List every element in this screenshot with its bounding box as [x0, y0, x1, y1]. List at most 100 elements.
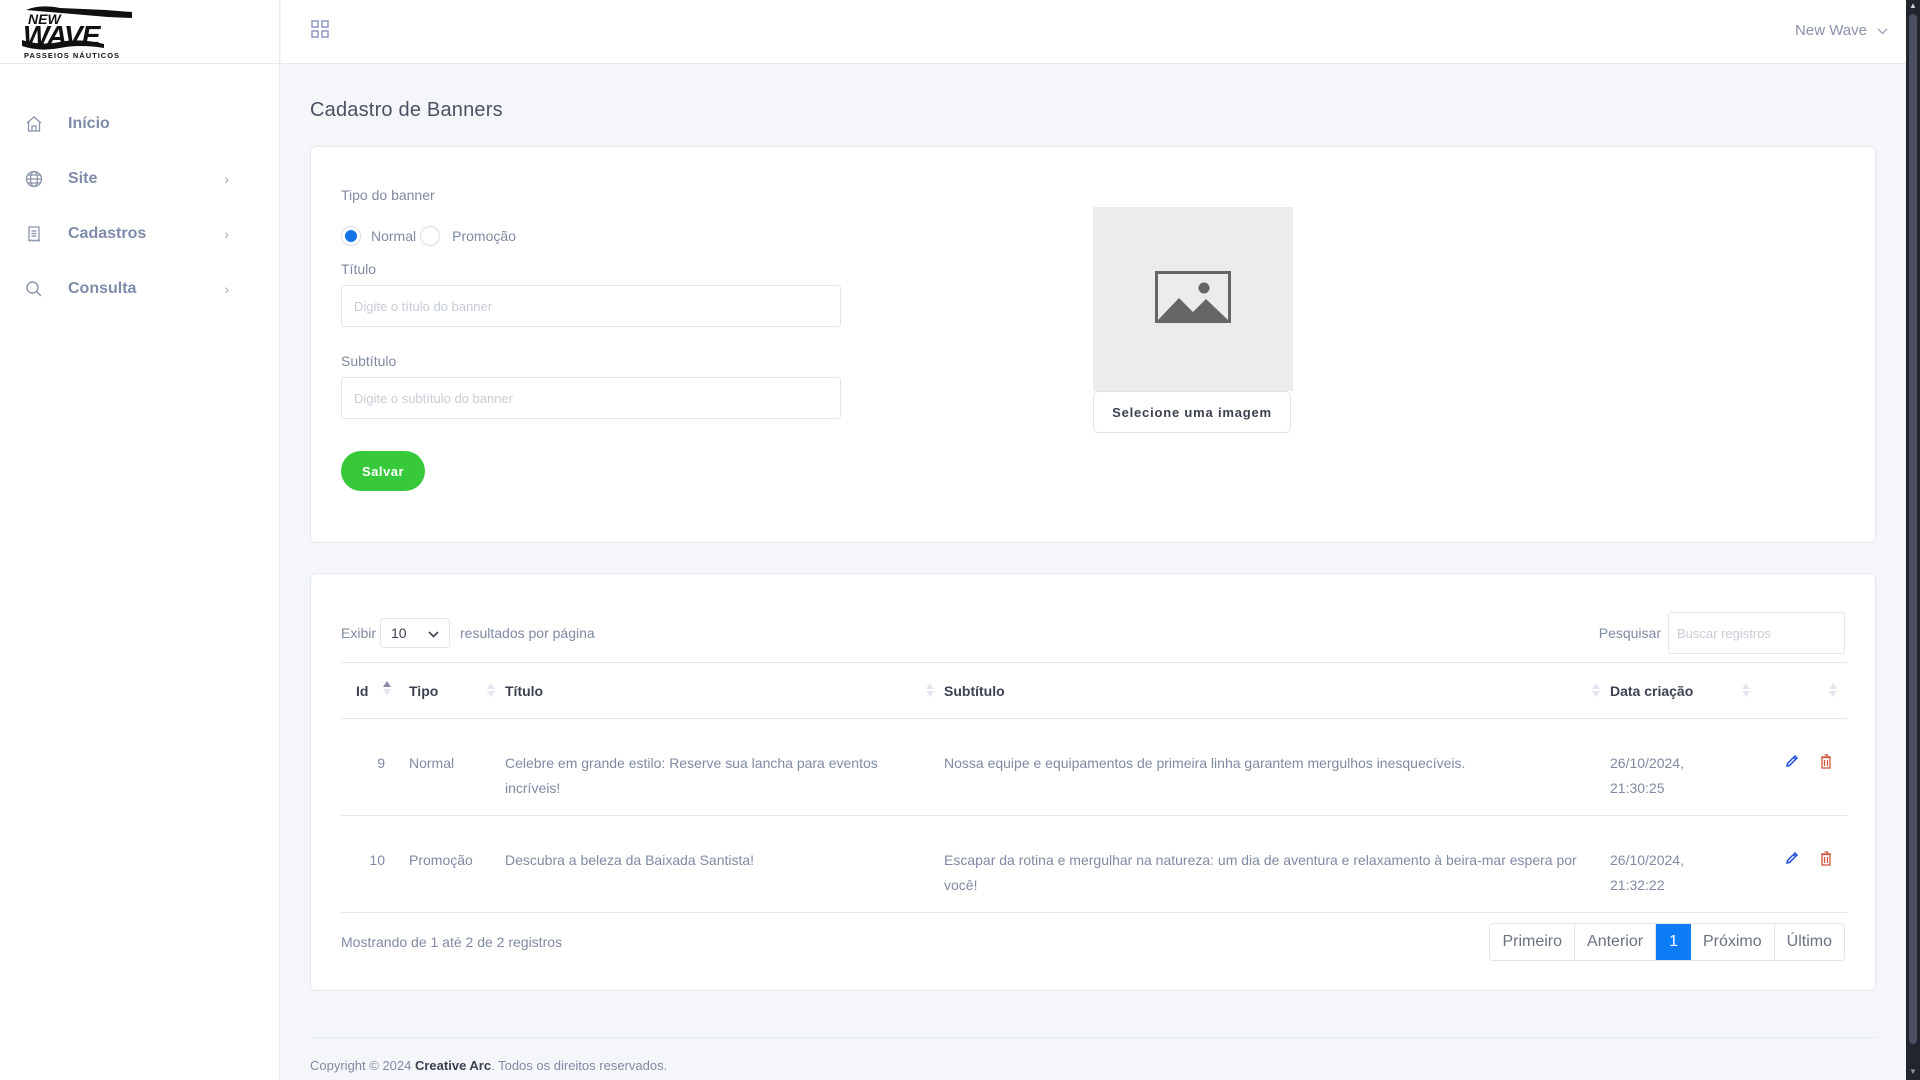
banner-form: Tipo do banner Normal Promoção Título Su…: [341, 187, 841, 491]
page-length-select[interactable]: 10: [380, 618, 451, 648]
page-footer: Copyright © 2024 Creative Arc. Todos os …: [310, 1037, 1876, 1073]
cell-subtitulo: Escapar da rotina e mergulhar na naturez…: [944, 815, 1610, 913]
page-current-button[interactable]: 1: [1656, 924, 1691, 960]
cell-titulo: Descubra a beleza da Baixada Santista!: [505, 815, 944, 913]
banner-type-radio-group: Normal Promoção: [341, 225, 841, 247]
page-scrollbar[interactable]: ▲ ▼: [1906, 0, 1920, 1080]
sort-icon: [1592, 683, 1600, 700]
scroll-down-icon[interactable]: ▼: [1909, 1068, 1917, 1076]
radio-promocao[interactable]: [420, 226, 441, 246]
sidebar-item-site[interactable]: Site ›: [0, 151, 279, 206]
column-header-actions[interactable]: [1760, 662, 1847, 719]
chevron-right-icon: ›: [224, 170, 229, 187]
sidebar-item-inicio[interactable]: Início: [0, 96, 279, 151]
grid-icon[interactable]: [311, 20, 329, 38]
table-header-row: Id Tipo Título Subtítulo Data criação: [341, 662, 1847, 719]
delete-icon[interactable]: [1819, 850, 1833, 866]
edit-icon[interactable]: [1785, 850, 1799, 866]
sort-asc-icon: [383, 681, 391, 698]
radio-normal-label[interactable]: Normal: [371, 228, 416, 244]
table-search: Pesquisar: [1599, 612, 1845, 654]
image-preview[interactable]: [1093, 207, 1293, 391]
sort-icon: [487, 683, 495, 700]
save-button[interactable]: Salvar: [341, 451, 425, 491]
table-row: 9 Normal Celebre em grande estilo: Reser…: [341, 718, 1847, 816]
page-first-button[interactable]: Primeiro: [1490, 924, 1576, 960]
length-label-before: Exibir: [341, 625, 377, 641]
title-input[interactable]: [341, 285, 841, 327]
subtitle-input[interactable]: [341, 377, 841, 419]
column-label: Título: [505, 682, 544, 699]
pagination: Primeiro Anterior 1 Próximo Último: [1489, 923, 1845, 961]
date-text: 26/10/2024,: [1610, 852, 1684, 868]
delete-icon[interactable]: [1819, 753, 1833, 769]
document-icon: [24, 224, 44, 244]
page-length-control: Exibir 10 resultados por página: [341, 618, 595, 648]
title-label: Título: [341, 261, 377, 277]
sidebar-item-label: Início: [68, 114, 110, 132]
image-icon: [1155, 270, 1231, 328]
column-label: Tipo: [409, 682, 439, 699]
page-last-button[interactable]: Último: [1774, 924, 1844, 960]
radio-promocao-label[interactable]: Promoção: [452, 228, 516, 244]
time-text: 21:32:22: [1610, 877, 1665, 893]
cell-id: 9: [341, 718, 409, 816]
cell-titulo: Celebre em grande estilo: Reserve sua la…: [505, 718, 944, 816]
page-previous-button[interactable]: Anterior: [1575, 924, 1657, 960]
topbar: New Wave: [281, 0, 1906, 64]
user-name: New Wave: [1795, 22, 1867, 39]
table-info: Mostrando de 1 até 2 de 2 registros: [341, 934, 563, 950]
table-footer: Mostrando de 1 até 2 de 2 registros Prim…: [341, 922, 1845, 962]
cell-actions: [1760, 815, 1847, 913]
main-content: Cadastro de Banners Tipo do banner Norma…: [310, 64, 1876, 1073]
sidebar-item-consulta[interactable]: Consulta ›: [0, 261, 279, 316]
radio-normal[interactable]: [341, 226, 361, 246]
sort-icon: [1829, 683, 1837, 700]
column-label: Data criação: [1610, 682, 1694, 699]
chevron-right-icon: ›: [224, 225, 229, 242]
cell-tipo: Normal: [409, 718, 505, 816]
cell-id: 10: [341, 815, 409, 913]
footer-suffix: . Todos os direitos reservados.: [491, 1058, 668, 1073]
chevron-down-icon: [428, 625, 439, 641]
column-label: Subtítulo: [944, 682, 1005, 699]
brand-logo[interactable]: NEW WAVE PASSEIOS NÁUTICOS: [0, 0, 279, 64]
column-header-data-criacao[interactable]: Data criação: [1610, 662, 1760, 719]
search-input[interactable]: [1668, 612, 1845, 654]
sidebar: NEW WAVE PASSEIOS NÁUTICOS Início Site ›…: [0, 0, 280, 1080]
column-label: Id: [356, 682, 369, 699]
page-next-button[interactable]: Próximo: [1690, 924, 1775, 960]
column-header-titulo[interactable]: Título: [505, 662, 944, 719]
page-length-value: 10: [391, 625, 407, 641]
cell-data-criacao: 26/10/2024, 21:32:22: [1610, 815, 1760, 913]
search-icon: [24, 279, 44, 299]
column-header-tipo[interactable]: Tipo: [409, 662, 505, 719]
chevron-down-icon: [1877, 22, 1888, 39]
user-menu[interactable]: New Wave: [1795, 22, 1888, 39]
footer-prefix: Copyright © 2024: [310, 1058, 415, 1073]
scroll-thumb[interactable]: [1909, 14, 1917, 1044]
page-title: Cadastro de Banners: [310, 99, 503, 121]
sidebar-item-label: Cadastros: [68, 224, 147, 242]
edit-icon[interactable]: [1785, 753, 1799, 769]
sort-icon: [1742, 683, 1750, 700]
column-header-id[interactable]: Id: [341, 662, 409, 719]
logo-sub-text: PASSEIOS NÁUTICOS: [24, 51, 120, 60]
banner-type-label: Tipo do banner: [341, 187, 435, 203]
chevron-right-icon: ›: [224, 280, 229, 297]
date-text: 26/10/2024,: [1610, 755, 1684, 771]
column-header-subtitulo[interactable]: Subtítulo: [944, 662, 1610, 719]
select-image-button[interactable]: Selecione uma imagem: [1093, 391, 1291, 433]
cell-subtitulo: Nossa equipe e equipamentos de primeira …: [944, 718, 1610, 816]
home-icon: [24, 114, 44, 134]
globe-icon: [24, 169, 44, 189]
cell-data-criacao: 26/10/2024, 21:30:25: [1610, 718, 1760, 816]
length-label-after: resultados por página: [460, 625, 595, 641]
banner-form-card: Tipo do banner Normal Promoção Título Su…: [310, 146, 1876, 543]
sidebar-item-label: Consulta: [68, 279, 137, 297]
scroll-up-icon[interactable]: ▲: [1909, 2, 1917, 10]
sidebar-item-cadastros[interactable]: Cadastros ›: [0, 206, 279, 261]
table-controls: Exibir 10 resultados por página Pesquisa…: [341, 612, 1845, 654]
cell-actions: [1760, 718, 1847, 816]
banners-table: Id Tipo Título Subtítulo Data criação 9 …: [341, 662, 1847, 913]
